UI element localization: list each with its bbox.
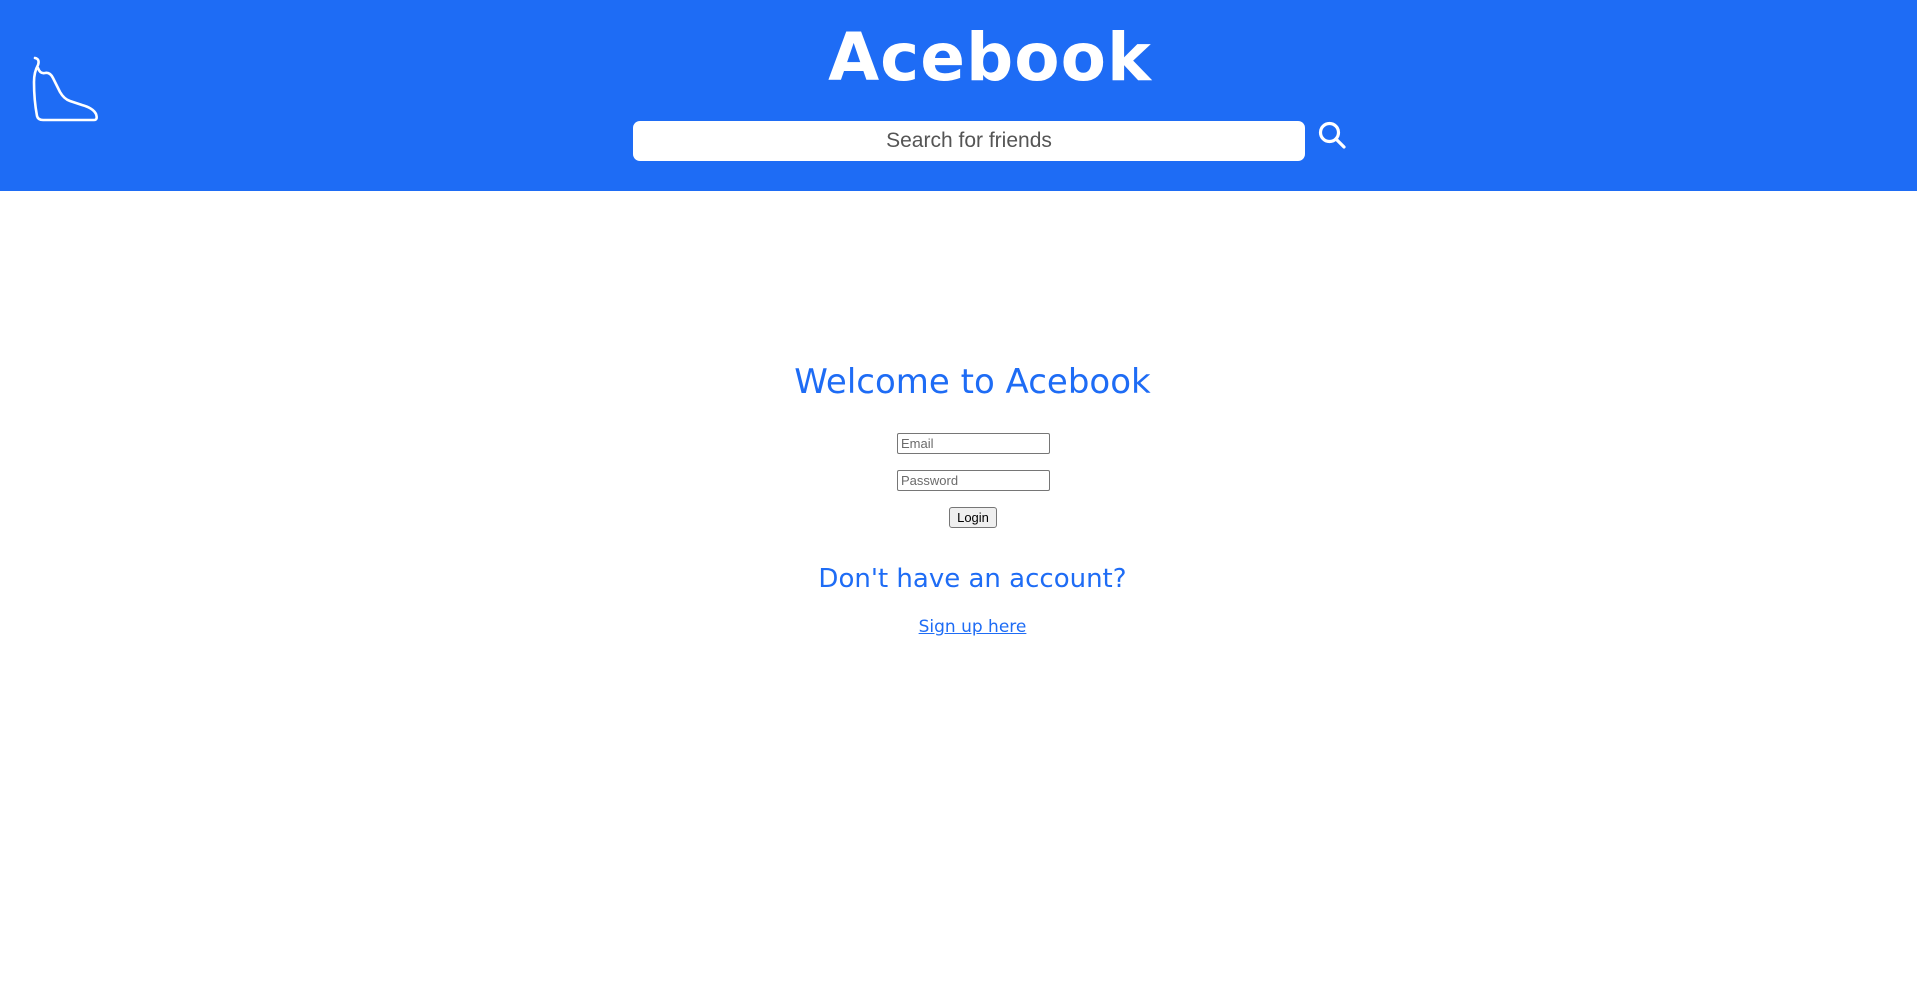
- signup-container: Sign up here: [0, 615, 1917, 639]
- search-input[interactable]: [633, 121, 1305, 161]
- search-icon[interactable]: [1317, 120, 1349, 152]
- no-account-heading: Don't have an account?: [818, 564, 1127, 594]
- password-field[interactable]: [897, 470, 1050, 491]
- header-bar: Acebook: [0, 0, 1917, 191]
- signup-link[interactable]: Sign up here: [919, 617, 1027, 637]
- welcome-heading: Welcome to Acebook: [794, 362, 1151, 402]
- login-button[interactable]: Login: [949, 507, 997, 528]
- app-title: Acebook: [828, 19, 1152, 96]
- email-field[interactable]: [897, 433, 1050, 454]
